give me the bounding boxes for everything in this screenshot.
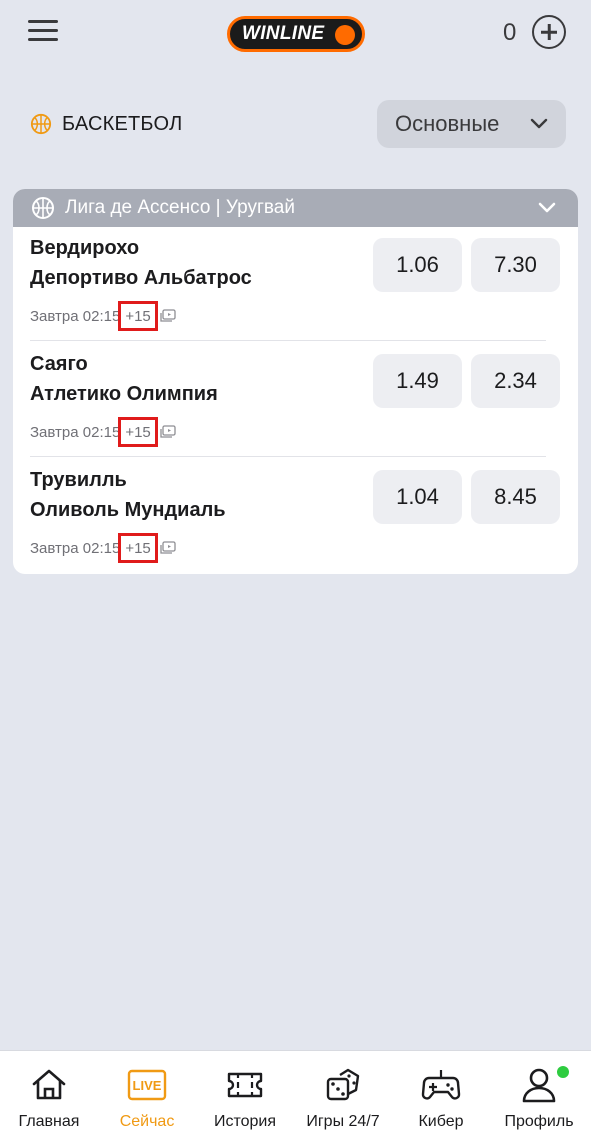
team-home: Саяго: [30, 353, 88, 375]
nav-label: Игры 24/7: [306, 1113, 380, 1130]
event-meta: Завтра 02:15 +15: [30, 533, 176, 563]
nav-label: Кибер: [418, 1113, 464, 1130]
market-filter-dropdown[interactable]: Основные: [377, 100, 566, 148]
event-time: Завтра 02:15: [30, 539, 121, 557]
logo-text: WINLINE: [242, 23, 325, 44]
nav-label: Профиль: [504, 1113, 574, 1130]
team-away: Оливоль Мундиаль: [30, 499, 226, 521]
user-icon: [522, 1068, 556, 1103]
odd-button-home[interactable]: 1.04: [373, 470, 462, 524]
event-row[interactable]: Саяго Атлетико Олимпия Завтра 02:15 +15 …: [13, 305, 578, 447]
live-icon: LIVE: [127, 1069, 167, 1101]
team-away: Депортиво Альбатрос: [30, 267, 252, 289]
nav-live[interactable]: LIVE Сейчас: [98, 1051, 196, 1138]
add-funds-button[interactable]: [532, 15, 566, 49]
team-home: Трувилль: [30, 469, 127, 491]
nav-history[interactable]: История: [196, 1051, 294, 1138]
odd-button-home[interactable]: 1.06: [373, 238, 462, 292]
logo-dot: [335, 25, 355, 45]
filter-label: Основные: [395, 111, 500, 136]
winline-logo[interactable]: WINLINE: [227, 16, 365, 52]
gamepad-icon: [421, 1070, 461, 1100]
odd-button-away[interactable]: 7.30: [471, 238, 560, 292]
nav-label: История: [213, 1113, 277, 1130]
odd-button-away[interactable]: 8.45: [471, 470, 560, 524]
top-bar: WINLINE 0: [0, 0, 591, 70]
odd-button-home[interactable]: 1.49: [373, 354, 462, 408]
basketball-icon: [30, 113, 52, 135]
nav-games[interactable]: Игры 24/7: [294, 1051, 392, 1138]
odd-button-away[interactable]: 2.34: [471, 354, 560, 408]
nav-profile[interactable]: Профиль: [490, 1051, 588, 1138]
team-home: Вердирохо: [30, 237, 140, 259]
live-badge-text: LIVE: [133, 1078, 162, 1093]
menu-icon[interactable]: [28, 20, 58, 42]
nav-label: Сейчас: [119, 1113, 175, 1130]
nav-home[interactable]: Главная: [0, 1051, 98, 1138]
home-icon: [32, 1069, 66, 1100]
dice-icon: [326, 1068, 360, 1101]
broadcast-icon: [160, 541, 176, 554]
team-away: Атлетико Олимпия: [30, 383, 218, 405]
sport-header: БАСКЕТБОЛ: [30, 100, 182, 148]
league-card: Лига де Ассенсо | Уругвай Вердирохо Депо…: [13, 189, 578, 574]
online-status-dot: [557, 1066, 569, 1078]
more-markets-badge[interactable]: +15: [118, 533, 158, 563]
event-row[interactable]: Трувилль Оливоль Мундиаль Завтра 02:15 +…: [13, 421, 578, 563]
sport-title: БАСКЕТБОЛ: [62, 112, 183, 135]
balance-value: 0: [503, 19, 517, 46]
nav-cyber[interactable]: Кибер: [392, 1051, 490, 1138]
chevron-down-icon: [530, 118, 548, 129]
bottom-nav: Главная LIVE Сейчас История Игры 24/7 Ки…: [0, 1050, 591, 1138]
event-row[interactable]: Вердирохо Депортиво Альбатрос Завтра 02:…: [13, 189, 578, 331]
nav-label: Главная: [18, 1113, 80, 1130]
ticket-icon: [227, 1072, 263, 1098]
